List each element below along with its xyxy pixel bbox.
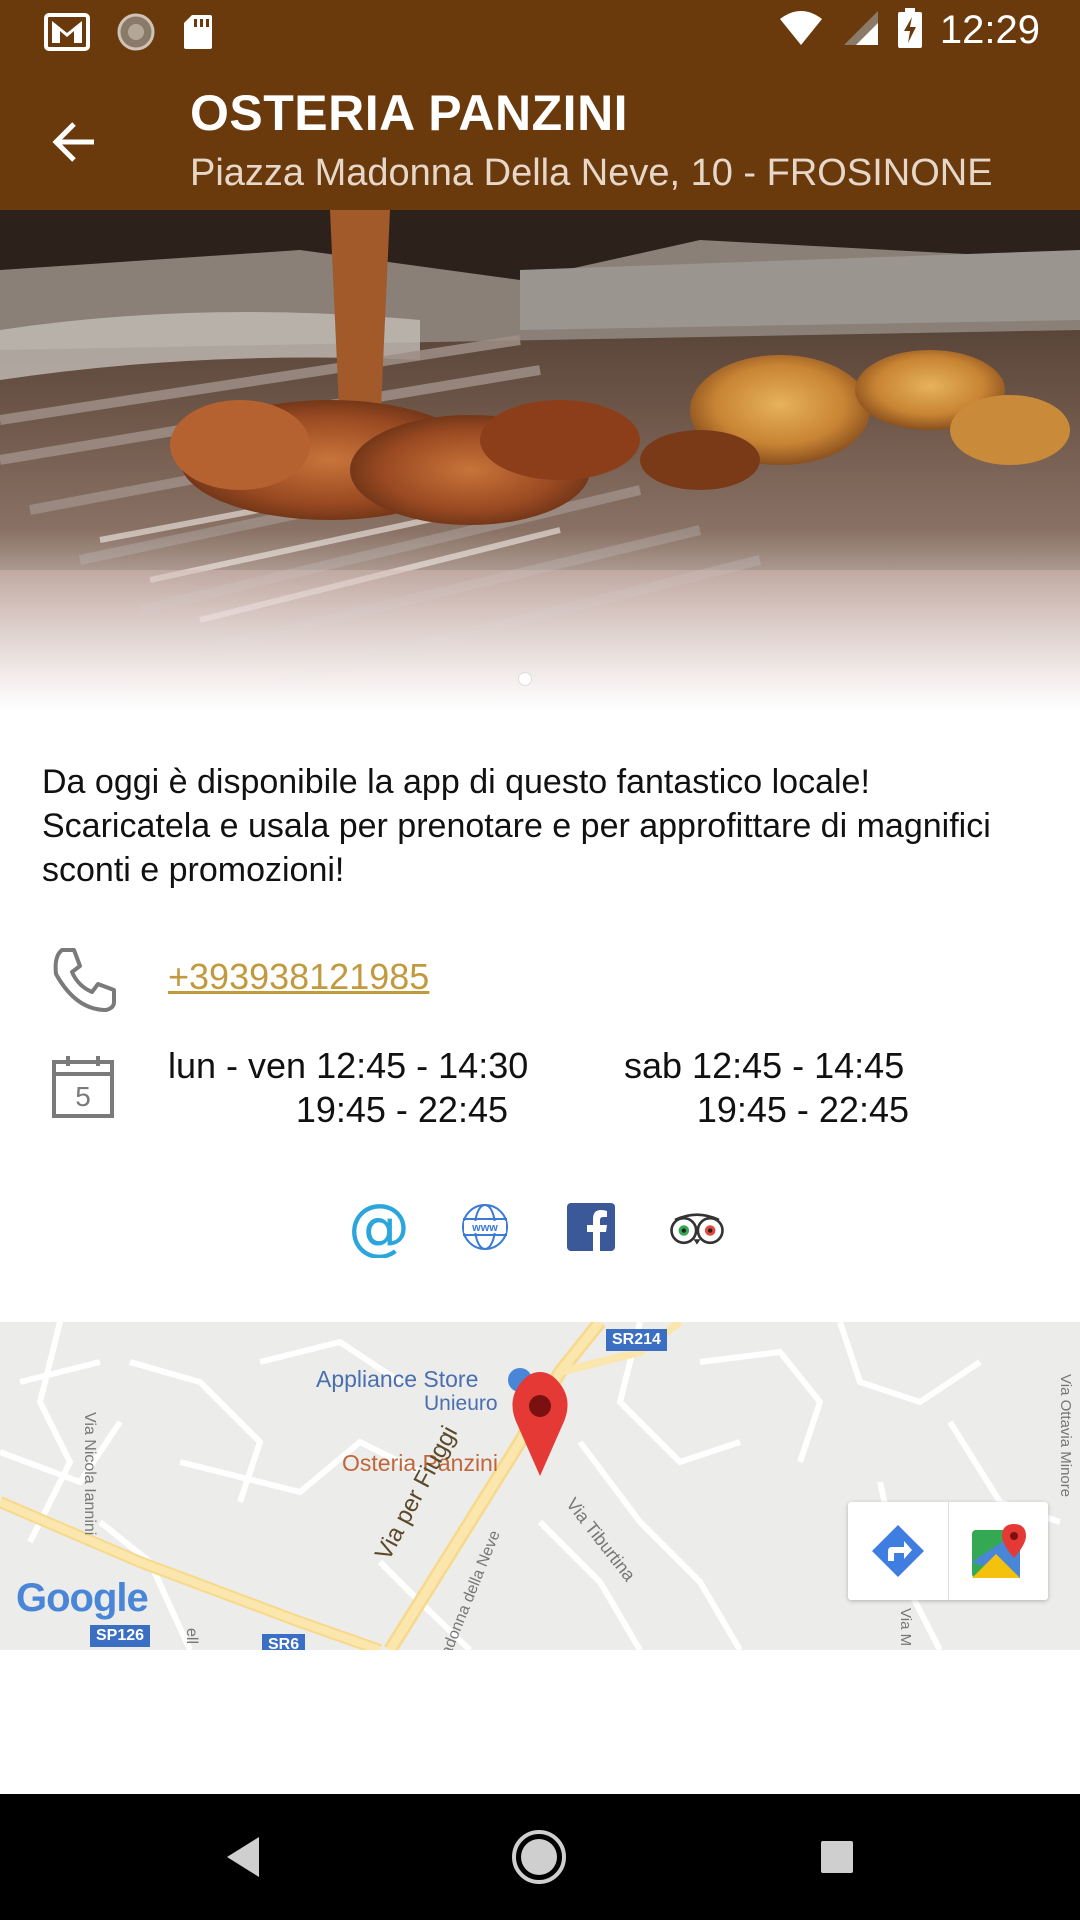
hours-saturday-line2: 19:45 - 22:45 (696, 1089, 909, 1130)
map-badge-sp126: SP126 (90, 1625, 151, 1647)
map-pin-icon[interactable] (506, 1370, 574, 1483)
back-button[interactable] (38, 106, 110, 178)
email-icon[interactable]: @ (350, 1196, 408, 1258)
social-links: @ www (350, 1196, 726, 1258)
status-notifications (44, 12, 214, 57)
hero-image-carousel[interactable] (0, 210, 1080, 710)
map-label-via-ottavia: Via Ottavia Minore (1057, 1374, 1074, 1498)
nav-home-button[interactable] (506, 1824, 572, 1890)
page-subtitle-address: Piazza Madonna Della Neve, 10 - FROSINON… (190, 152, 993, 194)
status-system: 12:29 (778, 8, 1040, 53)
map-badge-sr214: SR214 (606, 1329, 667, 1351)
calendar-icon: 5 (50, 1054, 116, 1120)
map-label-appliance-store: Appliance Store (316, 1366, 479, 1392)
svg-text:5: 5 (75, 1081, 91, 1112)
signal-icon (842, 9, 880, 52)
hours-weekdays: lun - ven 12:45 - 14:30 19:45 - 22:45 (168, 1044, 538, 1132)
nav-back-button[interactable] (210, 1824, 276, 1890)
phone-number-link[interactable]: +393938121985 (168, 956, 429, 998)
map-action-buttons (848, 1502, 1048, 1600)
svg-text:@: @ (350, 1196, 408, 1258)
page-title: OSTERIA PANZINI (190, 85, 629, 141)
status-bar: 12:29 (0, 0, 1080, 64)
nav-recents-button[interactable] (804, 1824, 870, 1890)
directions-button[interactable] (848, 1502, 948, 1600)
hours-saturday: sab 12:45 - 14:45 19:45 - 22:45 (624, 1044, 924, 1132)
location-map[interactable]: Appliance Store Unieuro Osteria Panzini … (0, 1322, 1080, 1650)
map-label-unieuro: Unieuro (424, 1392, 498, 1415)
tripadvisor-icon[interactable] (668, 1198, 726, 1256)
nav-home-icon (512, 1830, 566, 1884)
hours-weekdays-line2: 19:45 - 22:45 (295, 1089, 508, 1130)
directions-icon (872, 1525, 924, 1577)
nav-recents-icon (821, 1841, 853, 1873)
map-label-via-nicola: Via Nicola Iannini (81, 1412, 98, 1536)
phone-icon (48, 944, 120, 1016)
app-bar: OSTERIA PANZINI Piazza Madonna Della Nev… (0, 64, 1080, 210)
hours-weekdays-line1: lun - ven 12:45 - 14:30 (168, 1045, 529, 1086)
map-label-via-m: Via M (897, 1608, 914, 1647)
open-in-maps-button[interactable] (948, 1502, 1048, 1600)
description-text: Da oggi è disponibile la app di questo f… (42, 763, 991, 889)
wifi-icon (778, 9, 824, 52)
gmail-icon (44, 13, 90, 56)
svg-text:www: www (471, 1222, 498, 1234)
hero-fade-overlay (0, 530, 1080, 710)
arrow-back-icon (52, 122, 94, 162)
carousel-page-indicator (518, 672, 532, 686)
google-maps-icon (971, 1524, 1026, 1578)
facebook-icon[interactable] (562, 1198, 620, 1256)
website-icon[interactable]: www (456, 1198, 514, 1256)
sd-card-icon (182, 13, 214, 56)
status-time: 12:29 (939, 8, 1040, 52)
google-logo: Google (16, 1576, 149, 1620)
sync-icon (116, 12, 156, 57)
hours-saturday-line1: sab 12:45 - 14:45 (624, 1045, 905, 1086)
map-label-ell: ell (183, 1628, 200, 1645)
nav-back-icon (227, 1837, 259, 1877)
map-badge-sr6: SR6 (262, 1634, 306, 1650)
battery-charging-icon (897, 8, 922, 53)
system-nav-bar (0, 1794, 1080, 1920)
